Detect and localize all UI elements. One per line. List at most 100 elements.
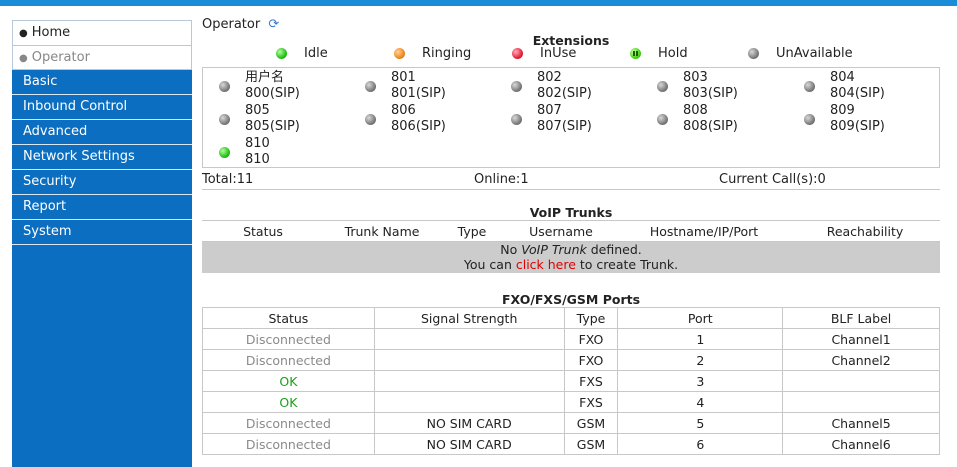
blf-label: Channel2 bbox=[782, 349, 940, 371]
extension-name: 809 bbox=[830, 103, 855, 118]
unavailable-status-icon bbox=[748, 48, 759, 59]
blf-label: Channel5 bbox=[782, 412, 940, 434]
port-type: GSM bbox=[563, 412, 619, 434]
port-type: GSM bbox=[563, 433, 619, 455]
column-header: Reachability bbox=[790, 220, 940, 242]
legend-label: InUse bbox=[540, 46, 577, 61]
port-type: FXS bbox=[563, 370, 619, 392]
extension-name: 801 bbox=[391, 70, 416, 85]
unavailable-status-icon bbox=[657, 113, 668, 125]
extension-number: 802(SIP) bbox=[537, 86, 592, 101]
idle-status-icon bbox=[219, 146, 230, 158]
unavailable-status-icon bbox=[219, 80, 230, 92]
port-number: 5 bbox=[617, 412, 784, 434]
extension-name: 803 bbox=[683, 70, 708, 85]
signal-strength: NO SIM CARD bbox=[373, 412, 565, 434]
empty-text: No bbox=[500, 242, 522, 258]
bullet-icon: ● bbox=[19, 28, 28, 39]
signal-strength bbox=[373, 391, 565, 413]
unavailable-status-icon bbox=[365, 113, 376, 125]
port-status: Disconnected bbox=[202, 412, 375, 434]
column-header: Status bbox=[202, 307, 375, 329]
blf-label: Channel1 bbox=[782, 328, 940, 350]
legend-label: Idle bbox=[304, 46, 328, 61]
port-type: FXO bbox=[563, 349, 619, 371]
port-status: Disconnected bbox=[202, 349, 375, 371]
sidebar-item-operator[interactable]: ● Operator bbox=[12, 45, 192, 70]
table-row: Disconnected NO SIM CARD GSM 5 Channel5 bbox=[202, 412, 940, 434]
create-text: You can bbox=[463, 257, 516, 273]
sidebar-item-basic[interactable]: Basic bbox=[12, 70, 192, 95]
extension-name: 808 bbox=[683, 103, 708, 118]
extension-item[interactable]: 802 802(SIP) bbox=[511, 70, 592, 102]
port-status: Disconnected bbox=[202, 433, 375, 455]
unavailable-status-icon bbox=[657, 80, 668, 92]
extension-item[interactable]: 803 803(SIP) bbox=[657, 70, 738, 102]
total-count: Total:11 bbox=[202, 172, 254, 187]
fxo-ports-title: FXO/FXS/GSM Ports bbox=[501, 292, 641, 307]
extension-number: 806(SIP) bbox=[391, 119, 446, 134]
port-number: 3 bbox=[617, 370, 784, 392]
signal-strength bbox=[373, 370, 565, 392]
column-header: Username bbox=[504, 220, 618, 242]
table-row: Disconnected FXO 2 Channel2 bbox=[202, 349, 940, 371]
port-status: Disconnected bbox=[202, 328, 375, 350]
empty-text-em: VoIP Trunk bbox=[521, 242, 587, 258]
refresh-icon[interactable]: ⟳ bbox=[268, 17, 279, 32]
port-number: 4 bbox=[617, 391, 784, 413]
sidebar-item-advanced[interactable]: Advanced bbox=[12, 120, 192, 145]
sidebar-item-security[interactable]: Security bbox=[12, 170, 192, 195]
extension-name: 805 bbox=[245, 103, 270, 118]
sidebar-item-inbound-control[interactable]: Inbound Control bbox=[12, 95, 192, 120]
sidebar-item-network-settings[interactable]: Network Settings bbox=[12, 145, 192, 170]
port-status: OK bbox=[202, 391, 375, 413]
create-text: to create Trunk. bbox=[575, 257, 679, 273]
signal-strength bbox=[373, 328, 565, 350]
blf-label: Channel6 bbox=[782, 433, 940, 455]
extension-item[interactable]: 809 809(SIP) bbox=[804, 103, 885, 135]
table-row: Disconnected NO SIM CARD GSM 6 Channel6 bbox=[202, 433, 940, 455]
sidebar-item-label: Operator bbox=[31, 50, 90, 65]
bullet-icon: ● bbox=[19, 53, 28, 64]
unavailable-status-icon bbox=[219, 113, 230, 125]
column-header: Status bbox=[202, 220, 324, 242]
extension-item[interactable]: 801 801(SIP) bbox=[365, 70, 446, 102]
extension-item[interactable]: 808 808(SIP) bbox=[657, 103, 738, 135]
extension-item[interactable]: 806 806(SIP) bbox=[365, 103, 446, 135]
port-number: 1 bbox=[617, 328, 784, 350]
voip-trunks-title: VoIP Trunks bbox=[529, 205, 613, 220]
table-row: OK FXS 4 bbox=[202, 391, 940, 413]
extension-number: 800(SIP) bbox=[245, 86, 300, 101]
sidebar-item-home[interactable]: ● Home bbox=[12, 20, 192, 45]
legend-item-hold: Hold bbox=[630, 46, 688, 61]
sidebar-item-system[interactable]: System bbox=[12, 220, 192, 245]
unavailable-status-icon bbox=[511, 80, 522, 92]
extension-name: 807 bbox=[537, 103, 562, 118]
status-legend: Idle Ringing InUse Hold UnAvailable bbox=[202, 46, 940, 64]
extensions-panel: 用户名 800(SIP) 801 801(SIP) 802 802(SIP) 803 8… bbox=[202, 67, 940, 168]
online-count: Online:1 bbox=[474, 172, 529, 187]
unavailable-status-icon bbox=[804, 113, 815, 125]
port-type: FXO bbox=[563, 328, 619, 350]
extension-number: 807(SIP) bbox=[537, 119, 592, 134]
legend-item-inuse: InUse bbox=[512, 46, 576, 61]
sidebar-item-report[interactable]: Report bbox=[12, 195, 192, 220]
column-header: Type bbox=[563, 307, 619, 329]
extension-name: 804 bbox=[830, 70, 855, 85]
extension-number: 805(SIP) bbox=[245, 119, 300, 134]
create-trunk-link[interactable]: click here bbox=[516, 257, 576, 272]
extension-item[interactable]: 807 807(SIP) bbox=[511, 103, 592, 135]
extension-item[interactable]: 805 805(SIP) bbox=[219, 103, 300, 135]
extension-item[interactable]: 用户名 800(SIP) bbox=[219, 70, 300, 102]
extension-number: 810 bbox=[245, 152, 270, 167]
port-type: FXS bbox=[563, 391, 619, 413]
extension-item[interactable]: 804 804(SIP) bbox=[804, 70, 885, 102]
port-status: OK bbox=[202, 370, 375, 392]
extension-number: 803(SIP) bbox=[683, 86, 738, 101]
unavailable-status-icon bbox=[511, 113, 522, 125]
fxo-ports-table: Status Signal Strength Type Port BLF Lab… bbox=[202, 307, 940, 455]
legend-item-ringing: Ringing bbox=[394, 46, 471, 61]
legend-item-unavailable: UnAvailable bbox=[748, 46, 853, 61]
unavailable-status-icon bbox=[804, 80, 815, 92]
extension-item[interactable]: 810 810 bbox=[219, 136, 270, 168]
